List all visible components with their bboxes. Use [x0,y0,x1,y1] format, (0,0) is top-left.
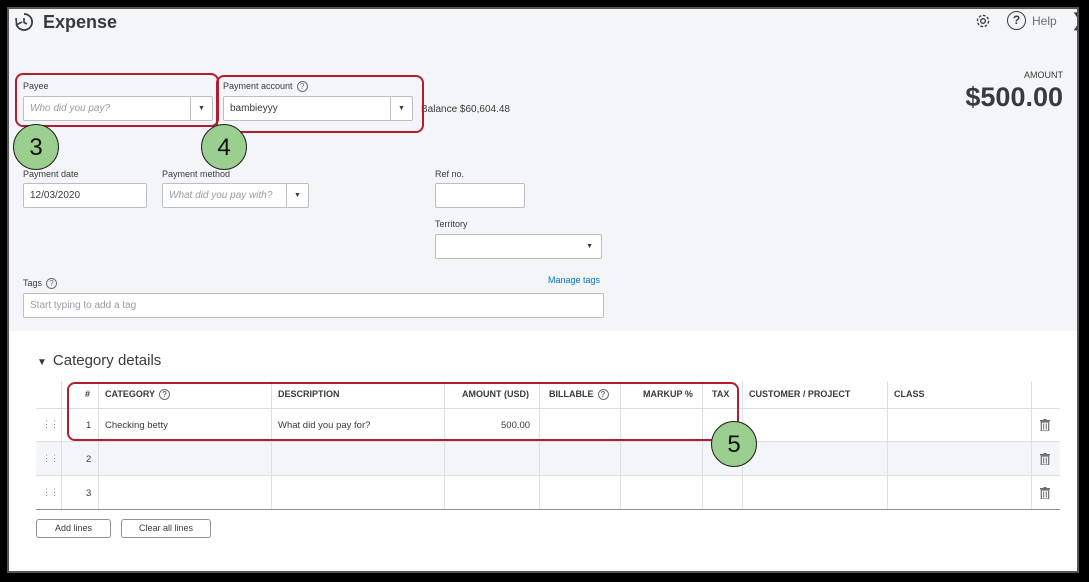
tags-label-text: Tags [23,278,43,288]
help-label[interactable]: Help [1032,14,1057,28]
account-balance: Balance $60,604.48 [421,104,510,115]
col-divider [61,381,62,509]
ref-no-label: Ref no. [435,169,465,179]
close-icon[interactable]: ❯ [1071,10,1077,31]
amount-label: AMOUNT [1024,70,1063,80]
col-header-customer-project: CUSTOMER / PROJECT [749,389,851,399]
caret-down-icon[interactable]: ▼ [37,357,47,368]
col-header-class: CLASS [894,389,925,399]
trash-icon[interactable] [1040,419,1050,431]
table-divider [36,441,1060,442]
tags-placeholder: Start typing to add a tag [30,300,137,311]
payment-method-select[interactable]: What did you pay with? ▼ [162,183,309,208]
payment-method-placeholder: What did you pay with? [169,190,273,201]
col-divider [1031,381,1032,509]
manage-tags-link[interactable]: Manage tags [548,275,600,285]
callout-category-line [67,382,739,441]
clear-all-lines-button[interactable]: Clear all lines [121,519,211,538]
table-divider [36,509,1060,510]
recent-transactions-icon[interactable] [14,12,34,32]
payment-method-label: Payment method [162,169,231,179]
callout-payee [15,73,219,127]
ref-no-input[interactable] [435,183,525,208]
col-divider [887,381,888,509]
row-number: 3 [86,488,92,499]
callout-payment-account [216,75,424,133]
page-title: Expense [43,12,118,32]
table-divider [36,475,1060,476]
tags-label: Tags? [23,278,58,290]
gear-icon[interactable] [974,12,992,30]
annotation-badge-3: 3 [13,124,59,170]
territory-label: Territory [435,219,468,229]
annotation-badge-5: 5 [711,421,757,467]
expense-window: Expense ? Help ❯ Payee Who did you pay? … [7,7,1079,573]
category-details-header[interactable]: ▼ Category details [37,352,161,369]
payment-date-value: 12/03/2020 [30,190,81,201]
help-icon[interactable]: ? [1007,11,1026,30]
row-number: 2 [86,454,92,465]
drag-handle-icon[interactable]: ⋮⋮ [42,453,59,464]
chevron-down-icon[interactable]: ▼ [286,184,308,207]
chevron-down-icon[interactable]: ▼ [586,235,593,258]
trash-icon[interactable] [1040,487,1050,499]
help-question-icon[interactable]: ? [46,278,58,290]
payment-date-label: Payment date [23,169,79,179]
category-details-title: Category details [52,352,162,369]
payment-date-input[interactable]: 12/03/2020 [23,183,147,208]
trash-icon[interactable] [1040,453,1050,465]
drag-handle-icon[interactable]: ⋮⋮ [42,487,59,498]
drag-handle-icon[interactable]: ⋮⋮ [42,419,59,430]
table-row-bg [36,441,1060,475]
territory-select[interactable]: ▼ [435,234,602,259]
add-lines-button[interactable]: Add lines [36,519,111,538]
amount-value: $500.00 [965,82,1063,112]
annotation-badge-4: 4 [201,124,247,170]
tags-input[interactable]: Start typing to add a tag [23,293,604,318]
